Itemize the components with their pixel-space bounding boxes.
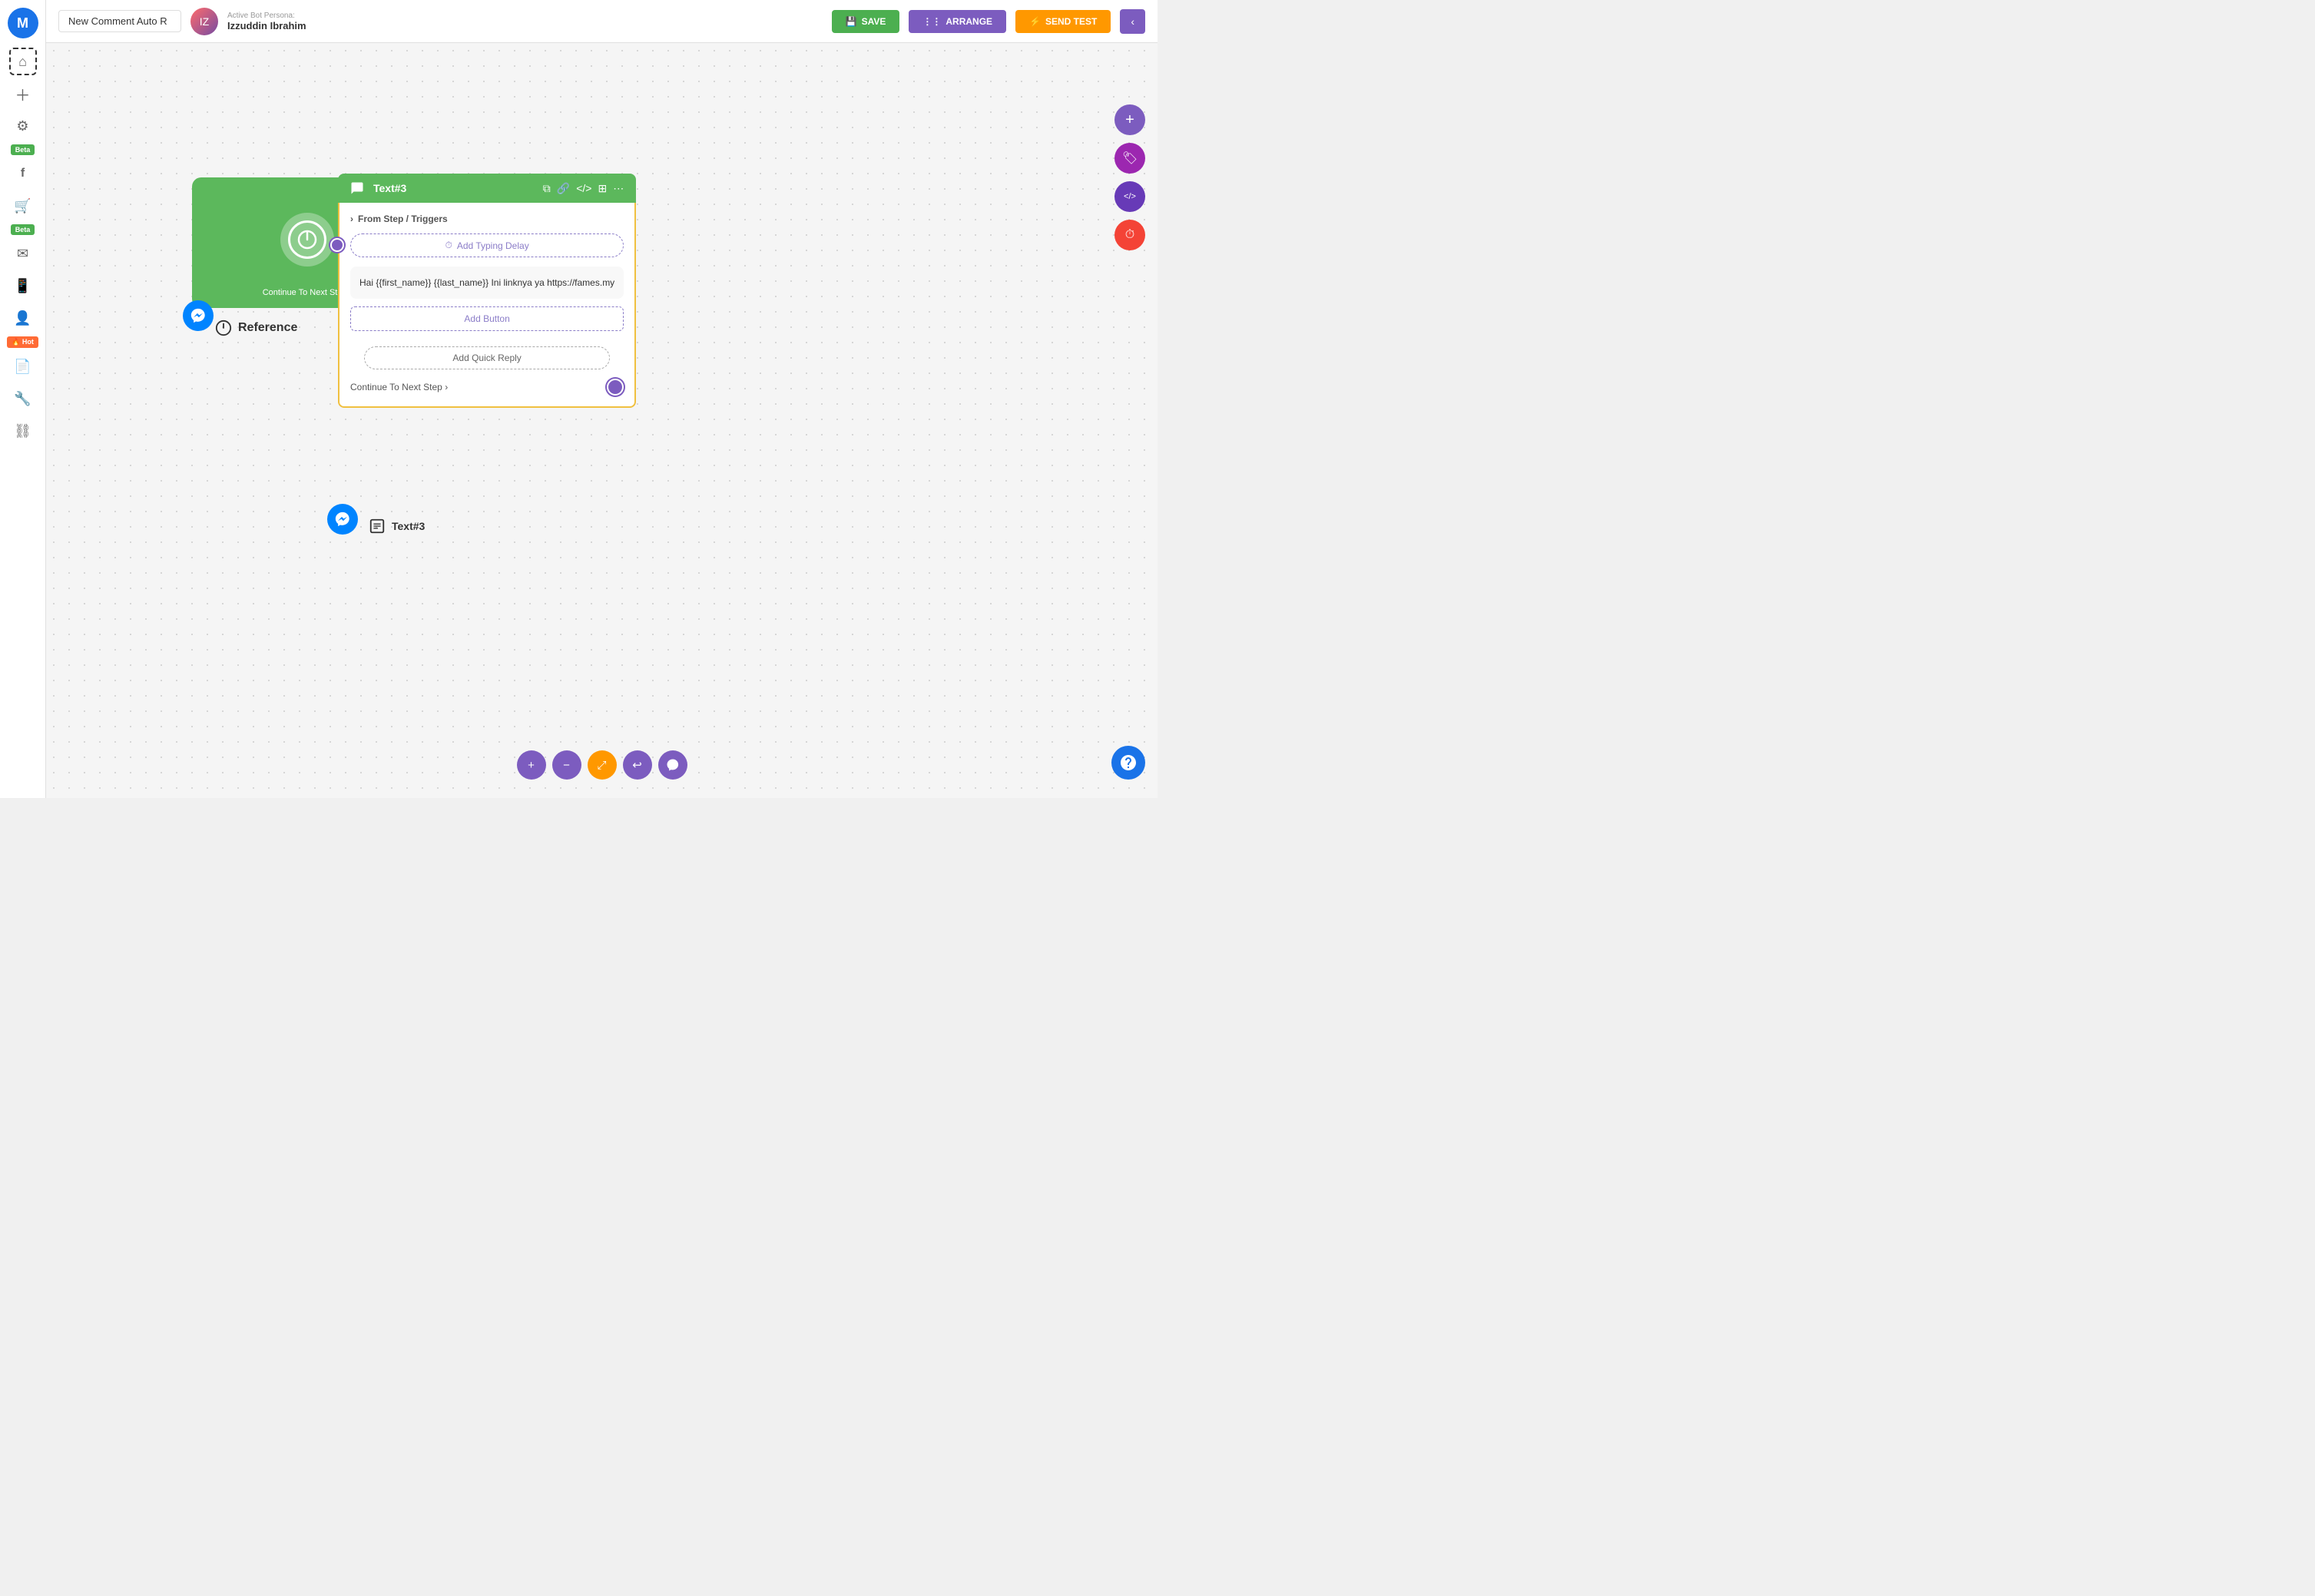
- message-text: Hai {{first_name}} {{last_name}} Ini lin…: [359, 277, 614, 288]
- from-step-row: › From Step / Triggers: [350, 214, 624, 224]
- chat-bubble-icon: [350, 181, 364, 195]
- text3-left-dot: [330, 238, 344, 252]
- sidebar-item-network[interactable]: ⛓: [9, 417, 37, 445]
- bottom-toolbar: + − ⤢ ↩: [517, 750, 687, 780]
- power-svg-icon: [296, 229, 318, 250]
- save-button[interactable]: 💾 SAVE: [832, 10, 900, 33]
- messenger-icon-start: [183, 300, 214, 331]
- zoom-in-button[interactable]: +: [517, 750, 546, 780]
- float-timer-button[interactable]: ⏱: [1114, 220, 1145, 250]
- back-button[interactable]: ‹: [1120, 9, 1145, 34]
- undo-button[interactable]: ↩: [623, 750, 652, 780]
- arrange-button[interactable]: ⋮⋮ ARRANGE: [909, 10, 1006, 33]
- zoom-out-button[interactable]: −: [552, 750, 581, 780]
- sidebar-beta-badge-1[interactable]: Beta: [11, 144, 35, 155]
- flow-name-input[interactable]: [58, 10, 181, 32]
- power-icon-circle: [280, 213, 334, 267]
- text3-continue-row: Continue To Next Step ›: [350, 379, 624, 396]
- from-step-label: From Step / Triggers: [358, 214, 448, 224]
- power-icon-inner: [288, 220, 326, 259]
- code-icon[interactable]: </>: [576, 182, 591, 194]
- grid-icon[interactable]: ⊞: [598, 182, 607, 195]
- link-icon[interactable]: 🔗: [557, 182, 570, 195]
- right-float-panel: + 🏷 </> ⏱: [1114, 104, 1145, 250]
- float-tag-button[interactable]: 🏷: [1114, 143, 1145, 174]
- text3-node: Text#3 ⧉ 🔗 </> ⊞ ⋯ › From Step / Trigger…: [338, 174, 636, 408]
- support-icon: [1119, 753, 1138, 772]
- sidebar-item-user[interactable]: 👤: [9, 304, 37, 332]
- sidebar-item-mobile[interactable]: 📱: [9, 272, 37, 300]
- text3-below-text: Text#3: [392, 520, 425, 532]
- center-button[interactable]: ⤢: [588, 750, 617, 780]
- more-icon[interactable]: ⋯: [613, 182, 624, 195]
- messenger-button[interactable]: [658, 750, 687, 780]
- canvas: Continue To Next Step › Reference: [46, 43, 1158, 798]
- sidebar-item-settings[interactable]: ⚙: [9, 112, 37, 140]
- sidebar-item-cart[interactable]: 🛒: [9, 192, 37, 220]
- sidebar-hot-badge[interactable]: 🔥 Hot: [7, 336, 38, 348]
- add-typing-delay-button[interactable]: ⏱ Add Typing Delay: [350, 233, 624, 257]
- text3-below-label: Text#3: [369, 518, 425, 535]
- sidebar-item-add[interactable]: ＋: [9, 80, 37, 108]
- messenger-svg-2: [334, 511, 351, 528]
- add-quick-reply-button[interactable]: Add Quick Reply: [364, 346, 611, 369]
- sidebar: M ⌂ ＋ ⚙ Beta f 🛒 Beta ✉ 📱 👤 🔥 Hot 📄 🔧 ⛓: [0, 0, 46, 798]
- support-chat-button[interactable]: [1111, 746, 1145, 780]
- canvas-background: [46, 43, 1158, 798]
- text3-title: Text#3: [373, 182, 534, 194]
- bot-persona: Active Bot Persona: Izzuddin Ibrahim: [227, 12, 306, 31]
- sidebar-item-mail[interactable]: ✉: [9, 240, 37, 267]
- sidebar-item-facebook[interactable]: f: [9, 160, 37, 187]
- reference-text: Reference: [238, 321, 297, 335]
- text3-body: › From Step / Triggers ⏱ Add Typing Dela…: [338, 203, 636, 408]
- message-box[interactable]: Hai {{first_name}} {{last_name}} Ini lin…: [350, 267, 624, 299]
- sidebar-item-home[interactable]: ⌂: [9, 48, 37, 75]
- messenger-svg: [190, 307, 207, 324]
- text3-block-icon: [369, 518, 386, 535]
- app-logo[interactable]: M: [8, 8, 38, 38]
- reference-label: Reference: [215, 320, 297, 336]
- avatar: IZ: [190, 8, 218, 35]
- sidebar-item-document[interactable]: 📄: [9, 353, 37, 380]
- bot-persona-name: Izzuddin Ibrahim: [227, 20, 306, 31]
- text3-continue-label: Continue To Next Step ›: [350, 382, 448, 392]
- sidebar-beta-badge-2[interactable]: Beta: [11, 224, 35, 235]
- add-button-btn[interactable]: Add Button: [350, 306, 624, 331]
- text3-continue-dot: [607, 379, 624, 396]
- power-reference-icon: [215, 320, 232, 336]
- copy-icon[interactable]: ⧉: [543, 182, 551, 195]
- sidebar-item-tools[interactable]: 🔧: [9, 385, 37, 412]
- header: IZ Active Bot Persona: Izzuddin Ibrahim …: [46, 0, 1158, 43]
- messenger-icon-text3: [327, 504, 358, 535]
- bot-persona-label: Active Bot Persona:: [227, 12, 306, 20]
- send-test-button[interactable]: ⚡ SEND TEST: [1015, 10, 1111, 33]
- text3-header: Text#3 ⧉ 🔗 </> ⊞ ⋯: [338, 174, 636, 203]
- messenger-bottom-icon: [666, 758, 680, 772]
- float-code-button[interactable]: </>: [1114, 181, 1145, 212]
- float-add-button[interactable]: +: [1114, 104, 1145, 135]
- text3-header-icons: ⧉ 🔗 </> ⊞ ⋯: [543, 182, 624, 195]
